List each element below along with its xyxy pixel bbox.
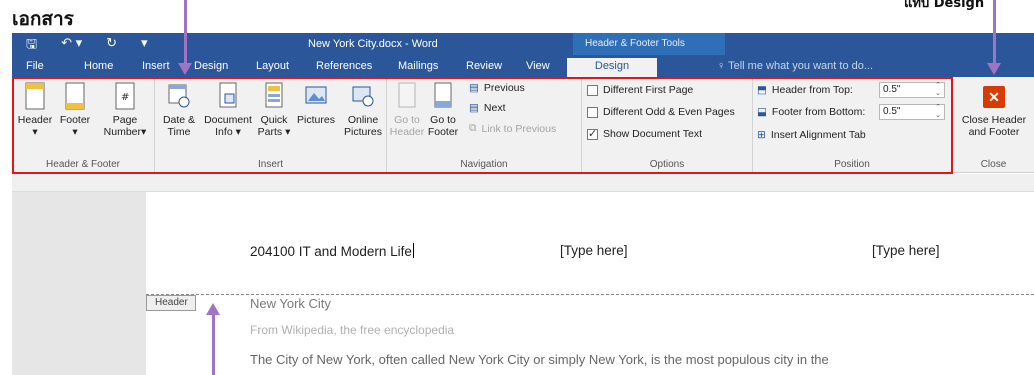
annotation-label-document: เอกสาร (12, 8, 74, 30)
tab-design-active[interactable]: Design (567, 58, 657, 77)
lightbulb-icon: ♀ (717, 60, 729, 72)
close-icon: ✕ (983, 86, 1005, 108)
save-icon[interactable]: 🖫 (26, 35, 37, 57)
header-center-placeholder[interactable]: [Type here] (560, 243, 628, 258)
header-tag: Header (146, 295, 196, 311)
tab-insert[interactable]: Insert (142, 60, 170, 72)
document-subtitle-text: From Wikipedia, the free encyclopedia (250, 323, 455, 337)
annotation-arrow-shaft (212, 314, 215, 375)
annotation-arrow-head (987, 63, 1001, 75)
tab-review[interactable]: Review (466, 60, 502, 72)
header-boundary-line (146, 294, 1034, 295)
text-cursor (412, 243, 414, 258)
title-bar: 🖫 ↶ ▾ ↻ ▾ New York City.docx - Word Head… (12, 33, 1034, 55)
header-right-placeholder[interactable]: [Type here] (872, 243, 940, 258)
tab-mailings[interactable]: Mailings (398, 60, 438, 72)
annotation-arrow-head (178, 63, 192, 75)
annotation-arrow-shaft (993, 0, 996, 65)
header-footer-tools-context: Header & Footer Tools (573, 33, 725, 55)
group-close: ✕ Close Header and Footer Close (953, 77, 1034, 173)
header-left-text[interactable]: 204100 IT and Modern Life (250, 243, 414, 259)
annotation-arrow-shaft (184, 0, 187, 65)
tab-file[interactable]: File (26, 60, 44, 72)
tab-layout[interactable]: Layout (256, 60, 289, 72)
annotation-label-design-tab: แท็บ Design (904, 0, 985, 11)
tab-view[interactable]: View (526, 60, 550, 72)
group-label-close: Close (980, 159, 1007, 170)
customize-icon[interactable]: ▾ (141, 35, 148, 57)
ribbon-tabs: File Home Insert Design Layout Reference… (12, 55, 1034, 77)
document-title: New York City.docx - Word (308, 38, 438, 50)
tab-home[interactable]: Home (84, 60, 113, 72)
tab-design-main[interactable]: Design (194, 60, 228, 72)
document-body-text: The City of New York, often called New Y… (250, 352, 829, 367)
redo-icon[interactable]: ↻ (106, 35, 117, 57)
tab-references[interactable]: References (316, 60, 372, 72)
close-header-footer-button[interactable]: ✕ Close Header and Footer (957, 86, 1031, 138)
document-page[interactable] (146, 192, 1034, 375)
tell-me-search[interactable]: ♀ Tell me what you want to do... (717, 60, 873, 72)
quick-access-toolbar: 🖫 ↶ ▾ ↻ ▾ (26, 35, 148, 57)
ruler (12, 174, 1034, 192)
undo-icon[interactable]: ↶ ▾ (61, 35, 82, 57)
ribbon-highlight-box (12, 77, 953, 174)
document-title-text: New York City (250, 296, 331, 311)
